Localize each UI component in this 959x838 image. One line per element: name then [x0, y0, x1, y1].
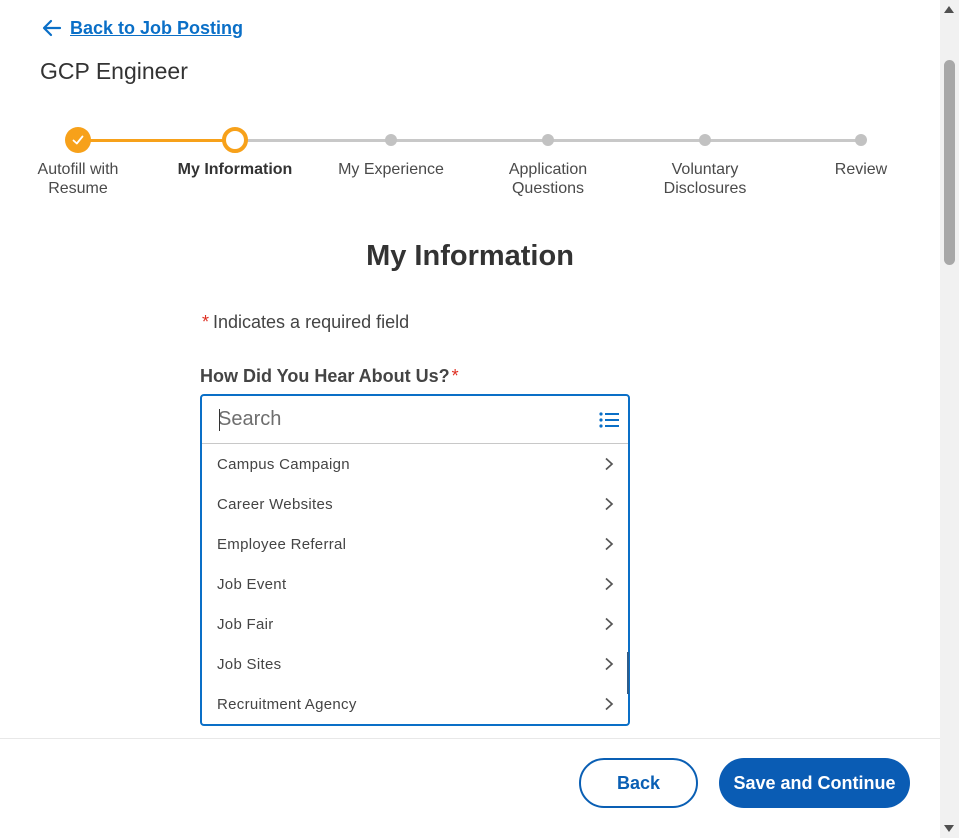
scroll-down-icon[interactable]	[944, 825, 954, 832]
chevron-right-icon	[605, 457, 614, 471]
field-label-text: How Did You Hear About Us?	[200, 366, 450, 386]
text-cursor	[219, 409, 220, 431]
options-list: Campus Campaign Career Websites Employee…	[202, 444, 628, 724]
option-label: Job Sites	[217, 655, 282, 673]
section-title: My Information	[366, 240, 574, 272]
footer-divider	[0, 738, 940, 739]
step-pending-icon	[542, 134, 554, 146]
job-title: GCP Engineer	[40, 58, 188, 84]
step-voluntary-disclosures: Voluntary Disclosures	[635, 120, 775, 198]
back-button[interactable]: Back	[579, 758, 698, 808]
option-employee-referral[interactable]: Employee Referral	[202, 524, 628, 564]
option-job-event[interactable]: Job Event	[202, 564, 628, 604]
option-job-sites[interactable]: Job Sites	[202, 644, 628, 684]
required-star: *	[202, 312, 210, 332]
option-campus-campaign[interactable]: Campus Campaign	[202, 444, 628, 484]
step-my-experience: My Experience	[321, 120, 461, 179]
how-did-you-hear-label: How Did You Hear About Us? *	[200, 366, 459, 387]
step-application-questions: Application Questions	[478, 120, 618, 198]
step-my-information: My Information	[165, 120, 305, 179]
step-current-icon	[222, 127, 248, 153]
how-did-you-hear-combobox: Campus Campaign Career Websites Employee…	[200, 394, 630, 726]
option-label: Job Event	[217, 575, 287, 593]
search-input[interactable]	[218, 408, 598, 431]
option-recruitment-agency[interactable]: Recruitment Agency	[202, 684, 628, 724]
step-pending-icon	[855, 134, 867, 146]
option-career-websites[interactable]: Career Websites	[202, 484, 628, 524]
search-row	[202, 396, 628, 444]
chevron-right-icon	[605, 617, 614, 631]
save-and-continue-button[interactable]: Save and Continue	[719, 758, 910, 808]
step-complete-icon	[65, 127, 91, 153]
progress-stepper: Autofill with Resume My Information My E…	[0, 120, 940, 210]
option-label: Employee Referral	[217, 535, 347, 553]
option-label: Campus Campaign	[217, 455, 350, 473]
scrollbar-thumb[interactable]	[944, 60, 955, 265]
option-job-fair[interactable]: Job Fair	[202, 604, 628, 644]
chevron-right-icon	[605, 537, 614, 551]
option-label: Job Fair	[217, 615, 274, 633]
list-icon[interactable]	[598, 409, 620, 431]
step-label: My Experience	[338, 161, 444, 178]
step-autofill-with-resume: Autofill with Resume	[8, 120, 148, 198]
step-review: Review	[791, 120, 931, 179]
option-label: Career Websites	[217, 495, 333, 513]
step-label: Autofill with Resume	[37, 161, 119, 197]
step-label: Application Questions	[508, 161, 588, 197]
options-scrollbar[interactable]	[627, 652, 629, 694]
chevron-right-icon	[605, 697, 614, 711]
step-label: Review	[834, 161, 888, 178]
required-star: *	[451, 366, 459, 386]
option-label: Recruitment Agency	[217, 695, 357, 713]
chevron-right-icon	[605, 657, 614, 671]
step-label: Voluntary Disclosures	[663, 161, 747, 197]
chevron-right-icon	[605, 577, 614, 591]
arrow-left-icon	[42, 19, 62, 37]
scroll-up-icon[interactable]	[944, 6, 954, 13]
checkmark-icon	[72, 135, 84, 145]
back-to-job-posting-link[interactable]: Back to Job Posting	[42, 16, 243, 40]
step-label: My Information	[177, 161, 293, 178]
step-pending-icon	[699, 134, 711, 146]
back-link-label: Back to Job Posting	[70, 17, 244, 38]
required-field-note: * Indicates a required field	[202, 312, 409, 333]
required-note-text: Indicates a required field	[213, 312, 410, 332]
chevron-right-icon	[605, 497, 614, 511]
page-scrollbar[interactable]	[940, 0, 959, 838]
step-pending-icon	[385, 134, 397, 146]
